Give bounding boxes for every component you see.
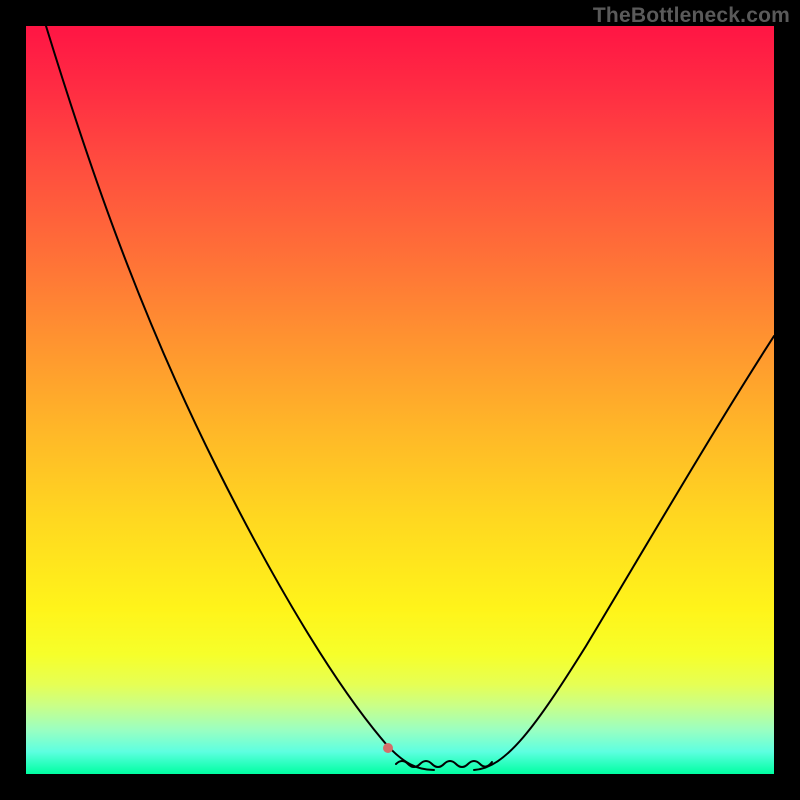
bottleneck-curve-plot bbox=[26, 26, 774, 774]
chart-frame bbox=[26, 26, 774, 774]
curve-right-limb bbox=[474, 336, 774, 770]
curve-left-limb bbox=[46, 26, 434, 770]
watermark-label: TheBottleneck.com bbox=[593, 4, 790, 28]
optimal-point-marker bbox=[383, 743, 393, 753]
